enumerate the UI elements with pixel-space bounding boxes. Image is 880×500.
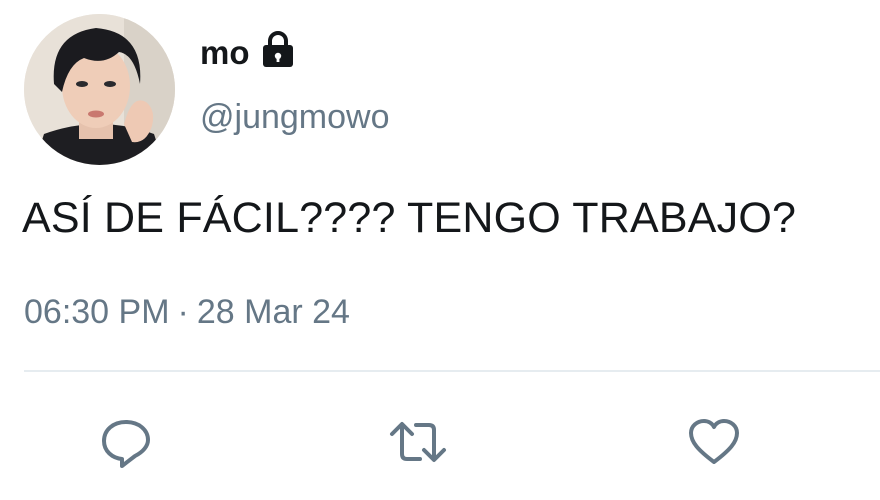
retweet-icon <box>390 422 446 462</box>
avatar[interactable] <box>24 14 175 165</box>
heart-icon <box>689 419 739 464</box>
divider <box>24 370 880 372</box>
display-name[interactable]: mo <box>200 36 250 69</box>
reply-icon <box>102 420 150 468</box>
reply-button[interactable] <box>94 410 158 474</box>
tweet-timestamp[interactable]: 06:30 PM · 28 Mar 24 <box>24 295 350 329</box>
retweet-button[interactable] <box>386 410 450 474</box>
tweet-time: 06:30 PM <box>24 293 170 331</box>
display-name-row: mo <box>200 30 296 74</box>
meta-separator: · <box>177 293 189 331</box>
lock-icon <box>260 31 296 70</box>
tweet-text: ASÍ DE FÁCIL???? TENGO TRABAJO? <box>22 194 797 242</box>
tweet-date: 28 Mar 24 <box>196 293 350 331</box>
profile-photo <box>24 14 175 165</box>
like-button[interactable] <box>682 410 746 474</box>
user-handle[interactable]: @jungmowo <box>200 100 390 134</box>
